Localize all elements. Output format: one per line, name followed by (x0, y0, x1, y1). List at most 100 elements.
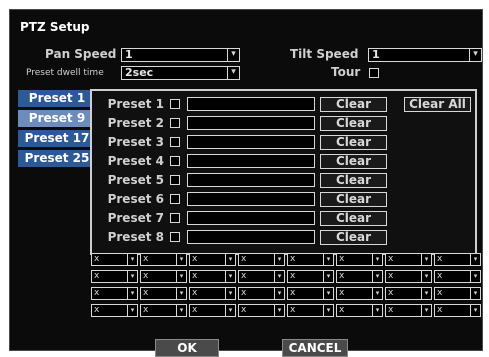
tour-step-select[interactable]: x ▾ (91, 253, 138, 266)
tour-label: Tour (331, 65, 361, 79)
tour-step-select[interactable]: x ▾ (287, 253, 334, 266)
preset-label: Preset 1 (107, 97, 164, 111)
tour-step-select[interactable]: x ▾ (385, 287, 432, 300)
preset-checkbox[interactable] (170, 99, 180, 109)
tilt-speed-select[interactable]: 1 ▾ (368, 48, 482, 62)
tour-step-value: x (339, 271, 345, 281)
chevron-down-icon: ▾ (176, 271, 186, 282)
tilt-speed-label: Tilt Speed (290, 47, 359, 61)
preset-name-input[interactable] (187, 116, 315, 130)
tour-step-select[interactable]: x ▾ (434, 287, 481, 300)
tour-step-select[interactable]: x ▾ (238, 270, 285, 283)
tour-step-select[interactable]: x ▾ (336, 287, 383, 300)
ok-button[interactable]: OK (155, 339, 219, 357)
chevron-down-icon: ▾ (323, 288, 333, 299)
tour-step-select[interactable]: x ▾ (140, 270, 187, 283)
chevron-down-icon: ▾ (372, 254, 382, 265)
tour-step-value: x (192, 271, 198, 281)
chevron-down-icon: ▾ (421, 254, 431, 265)
tour-step-select[interactable]: x ▾ (287, 270, 334, 283)
tour-step-select[interactable]: x ▾ (336, 304, 383, 317)
preset-clear-button[interactable]: Clear (320, 116, 387, 131)
tour-step-select[interactable]: x ▾ (336, 270, 383, 283)
tour-step-select[interactable]: x ▾ (385, 304, 432, 317)
tour-step-select[interactable]: x ▾ (140, 304, 187, 317)
tour-step-value: x (143, 254, 149, 264)
tour-step-select[interactable]: x ▾ (434, 253, 481, 266)
clear-all-button[interactable]: Clear All (404, 97, 471, 112)
tour-step-value: x (437, 305, 443, 315)
preset-checkbox[interactable] (170, 156, 180, 166)
tour-step-select[interactable]: x ▾ (287, 287, 334, 300)
preset-name-input[interactable] (187, 135, 315, 149)
tab-preset-25[interactable]: Preset 25 (18, 150, 96, 167)
preset-clear-button[interactable]: Clear (320, 230, 387, 245)
preset-label: Preset 8 (107, 230, 164, 244)
tour-step-select[interactable]: x ▾ (140, 287, 187, 300)
window-title: PTZ Setup (20, 20, 90, 34)
tour-step-select[interactable]: x ▾ (385, 270, 432, 283)
chevron-down-icon: ▾ (470, 254, 480, 265)
tour-step-select[interactable]: x ▾ (189, 287, 236, 300)
tour-step-select[interactable]: x ▾ (140, 253, 187, 266)
tour-step-value: x (388, 305, 394, 315)
chevron-down-icon: ▾ (127, 271, 137, 282)
preset-name-input[interactable] (187, 173, 315, 187)
preset-checkbox[interactable] (170, 118, 180, 128)
tour-step-select[interactable]: x ▾ (238, 253, 285, 266)
tab-preset-1[interactable]: Preset 1 (18, 90, 96, 107)
tour-step-select[interactable]: x ▾ (189, 270, 236, 283)
tour-step-select[interactable]: x ▾ (287, 304, 334, 317)
tab-preset-9[interactable]: Preset 9 (18, 110, 96, 127)
preset-name-input[interactable] (187, 211, 315, 225)
cancel-button[interactable]: CANCEL (282, 339, 348, 357)
preset-checkbox[interactable] (170, 175, 180, 185)
chevron-down-icon: ▾ (323, 305, 333, 316)
preset-clear-button[interactable]: Clear (320, 173, 387, 188)
preset-clear-button[interactable]: Clear (320, 154, 387, 169)
tour-step-value: x (192, 254, 198, 264)
tour-step-select[interactable]: x ▾ (189, 304, 236, 317)
tab-preset-17[interactable]: Preset 17 (18, 130, 96, 147)
chevron-down-icon: ▾ (274, 305, 284, 316)
tour-step-select[interactable]: x ▾ (238, 287, 285, 300)
preset-clear-button[interactable]: Clear (320, 135, 387, 150)
tour-step-select[interactable]: x ▾ (238, 304, 285, 317)
preset-clear-button[interactable]: Clear (320, 211, 387, 226)
preset-checkbox[interactable] (170, 232, 180, 242)
tour-step-select[interactable]: x ▾ (91, 287, 138, 300)
tour-step-select[interactable]: x ▾ (189, 253, 236, 266)
tour-step-select[interactable]: x ▾ (91, 304, 138, 317)
preset-checkbox[interactable] (170, 194, 180, 204)
tour-step-select[interactable]: x ▾ (91, 270, 138, 283)
chevron-down-icon: ▾ (225, 305, 235, 316)
preset-checkbox[interactable] (170, 213, 180, 223)
tour-step-value: x (339, 288, 345, 298)
tour-step-value: x (388, 254, 394, 264)
chevron-down-icon: ▾ (421, 271, 431, 282)
tour-step-select[interactable]: x ▾ (434, 270, 481, 283)
tour-step-value: x (290, 271, 296, 281)
pan-speed-select[interactable]: 1 ▾ (121, 48, 240, 62)
tour-step-select[interactable]: x ▾ (336, 253, 383, 266)
tour-step-select[interactable]: x ▾ (434, 304, 481, 317)
chevron-down-icon: ▾ (421, 288, 431, 299)
preset-label: Preset 7 (107, 211, 164, 225)
preset-name-input[interactable] (187, 192, 315, 206)
preset-checkbox[interactable] (170, 137, 180, 147)
dwell-time-select[interactable]: 2sec ▾ (121, 66, 240, 80)
preset-clear-button[interactable]: Clear (320, 192, 387, 207)
chevron-down-icon: ▾ (127, 288, 137, 299)
preset-label: Preset 2 (107, 116, 164, 130)
pan-speed-label: Pan Speed (45, 47, 117, 61)
preset-name-input[interactable] (187, 230, 315, 244)
tour-checkbox[interactable] (369, 68, 379, 78)
preset-clear-button[interactable]: Clear (320, 97, 387, 112)
preset-name-input[interactable] (187, 97, 315, 111)
tour-step-value: x (241, 288, 247, 298)
ptz-setup-window: PTZ Setup Pan Speed 1 ▾ Tilt Speed 1 ▾ P… (9, 9, 483, 357)
pan-speed-value: 1 (125, 48, 133, 61)
preset-name-input[interactable] (187, 154, 315, 168)
tour-step-select[interactable]: x ▾ (385, 253, 432, 266)
tilt-speed-value: 1 (372, 48, 380, 61)
